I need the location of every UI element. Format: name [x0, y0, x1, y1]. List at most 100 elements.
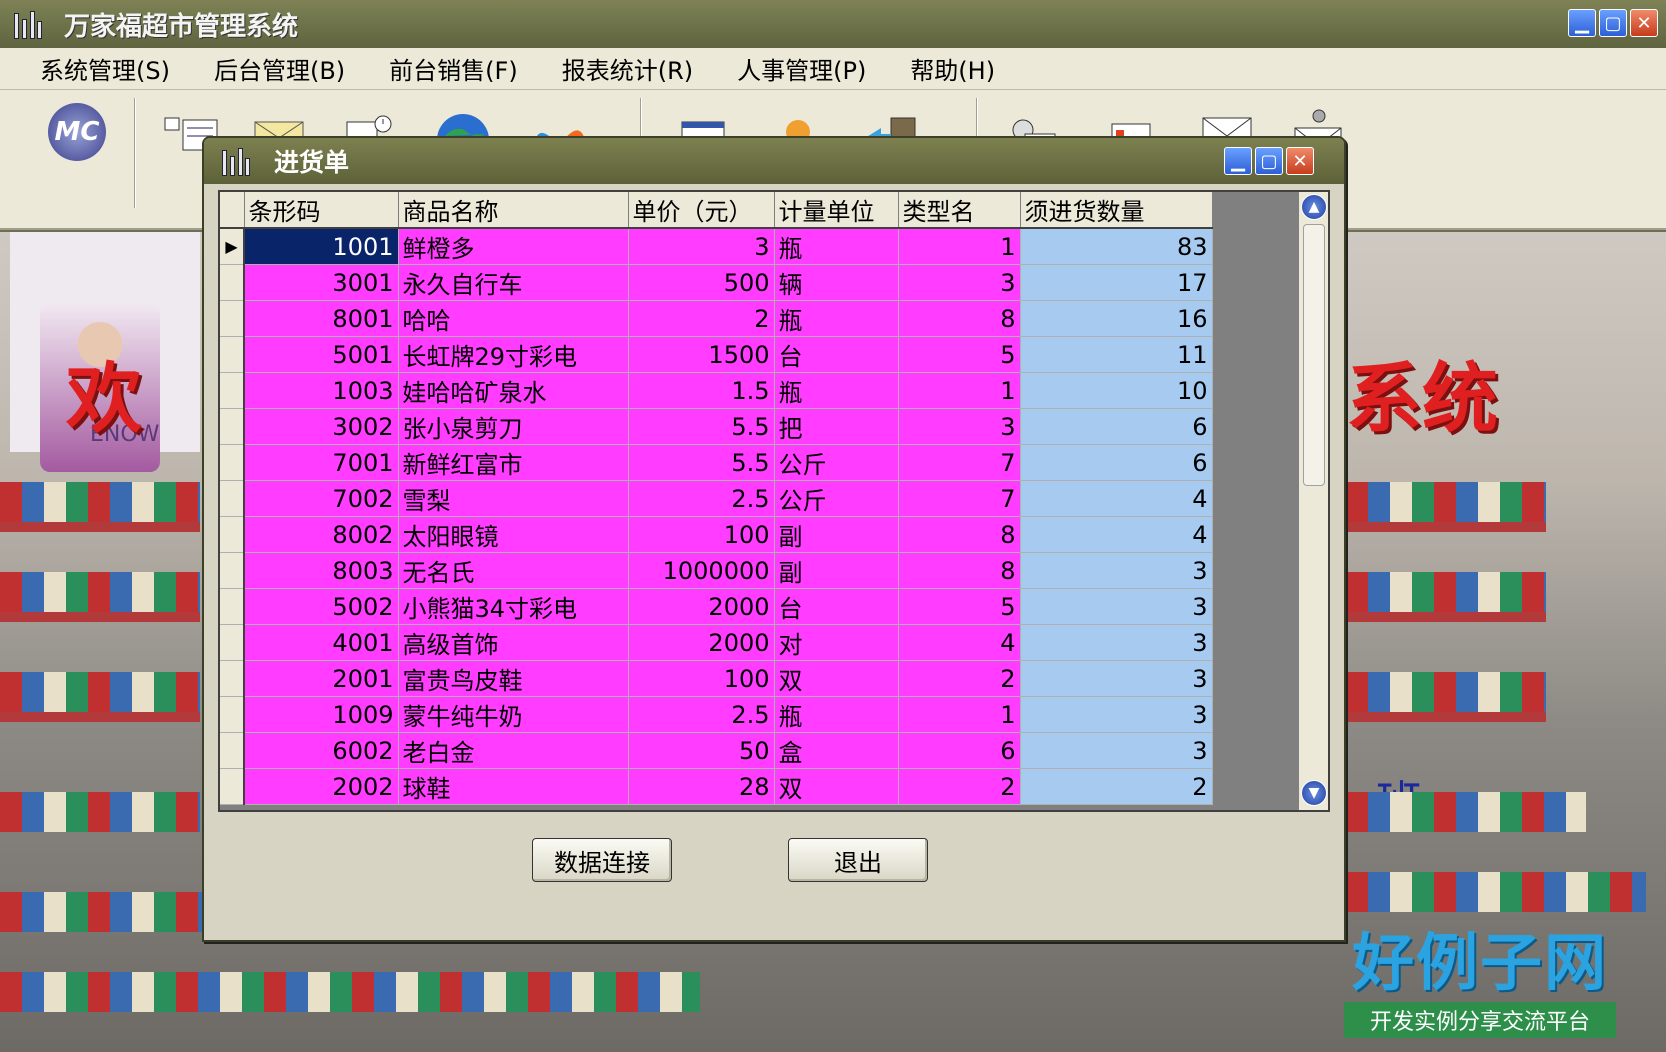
unit-cell[interactable]: 公斤 — [774, 444, 899, 481]
unit-cell[interactable]: 副 — [774, 516, 899, 553]
unit-price-cell[interactable]: 1500 — [628, 336, 775, 373]
row-indicator[interactable] — [220, 408, 245, 445]
quantity-cell[interactable]: 6 — [1020, 408, 1213, 445]
table-row[interactable]: 6002 老白金 50 盒 6 3 — [220, 732, 1213, 769]
unit-price-cell[interactable]: 100 — [628, 516, 775, 553]
product-name-cell[interactable]: 永久自行车 — [398, 264, 629, 301]
column-header-unit[interactable]: 计量单位 — [774, 192, 899, 229]
unit-cell[interactable]: 盒 — [774, 732, 899, 769]
minimize-button[interactable]: ▁ — [1568, 9, 1596, 37]
barcode-cell[interactable]: 8003 — [244, 552, 399, 589]
column-header-type[interactable]: 类型名 — [898, 192, 1021, 229]
table-row[interactable]: 7001 新鲜红富市 5.5 公斤 7 6 — [220, 444, 1213, 481]
table-row[interactable]: 7002 雪梨 2.5 公斤 7 4 — [220, 480, 1213, 517]
barcode-cell[interactable]: 1001 — [244, 228, 399, 265]
table-row[interactable]: 8001 哈哈 2 瓶 8 16 — [220, 300, 1213, 337]
product-name-cell[interactable]: 长虹牌29寸彩电 — [398, 336, 629, 373]
unit-price-cell[interactable]: 28 — [628, 768, 775, 805]
row-indicator[interactable] — [220, 480, 245, 517]
unit-cell[interactable]: 副 — [774, 552, 899, 589]
row-indicator[interactable] — [220, 660, 245, 697]
product-name-cell[interactable]: 富贵鸟皮鞋 — [398, 660, 629, 697]
barcode-cell[interactable]: 5001 — [244, 336, 399, 373]
row-indicator[interactable] — [220, 336, 245, 373]
table-row[interactable]: 5001 长虹牌29寸彩电 1500 台 5 11 — [220, 336, 1213, 373]
barcode-cell[interactable]: 8001 — [244, 300, 399, 337]
barcode-cell[interactable]: 1009 — [244, 696, 399, 733]
unit-cell[interactable]: 瓶 — [774, 372, 899, 409]
unit-cell[interactable]: 把 — [774, 408, 899, 445]
type-cell[interactable]: 5 — [898, 336, 1021, 373]
column-header-barcode[interactable]: 条形码 — [244, 192, 399, 229]
table-row[interactable]: 2002 球鞋 28 双 2 2 — [220, 768, 1213, 805]
row-indicator[interactable] — [220, 300, 245, 337]
type-cell[interactable]: 1 — [898, 372, 1021, 409]
quantity-cell[interactable]: 3 — [1020, 624, 1213, 661]
unit-price-cell[interactable]: 5.5 — [628, 408, 775, 445]
table-row[interactable]: 8002 太阳眼镜 100 副 8 4 — [220, 516, 1213, 553]
product-name-cell[interactable]: 新鲜红富市 — [398, 444, 629, 481]
unit-cell[interactable]: 台 — [774, 588, 899, 625]
row-indicator[interactable] — [220, 444, 245, 481]
barcode-cell[interactable]: 3001 — [244, 264, 399, 301]
product-name-cell[interactable]: 球鞋 — [398, 768, 629, 805]
product-name-cell[interactable]: 蒙牛纯牛奶 — [398, 696, 629, 733]
type-cell[interactable]: 5 — [898, 588, 1021, 625]
barcode-cell[interactable]: 8002 — [244, 516, 399, 553]
menu-system[interactable]: 系统管理(S) — [40, 51, 170, 86]
quantity-cell[interactable]: 3 — [1020, 552, 1213, 589]
quantity-cell[interactable]: 11 — [1020, 336, 1213, 373]
type-cell[interactable]: 1 — [898, 696, 1021, 733]
row-indicator[interactable] — [220, 696, 245, 733]
quantity-cell[interactable]: 17 — [1020, 264, 1213, 301]
menu-personnel[interactable]: 人事管理(P) — [737, 51, 866, 86]
quantity-cell[interactable]: 3 — [1020, 588, 1213, 625]
maximize-button[interactable]: ▢ — [1599, 9, 1627, 37]
unit-price-cell[interactable]: 500 — [628, 264, 775, 301]
column-header-unit-price[interactable]: 单价（元） — [628, 192, 775, 229]
table-row[interactable]: 3002 张小泉剪刀 5.5 把 3 6 — [220, 408, 1213, 445]
unit-cell[interactable]: 瓶 — [774, 228, 899, 265]
product-name-cell[interactable]: 雪梨 — [398, 480, 629, 517]
unit-price-cell[interactable]: 100 — [628, 660, 775, 697]
dialog-minimize-button[interactable]: ▁ — [1224, 147, 1252, 175]
unit-price-cell[interactable]: 2000 — [628, 624, 775, 661]
dialog-close-button[interactable]: ✕ — [1286, 147, 1314, 175]
table-row[interactable]: 5002 小熊猫34寸彩电 2000 台 5 3 — [220, 588, 1213, 625]
exit-button[interactable]: 退出 — [788, 838, 928, 882]
product-name-cell[interactable]: 哈哈 — [398, 300, 629, 337]
type-cell[interactable]: 3 — [898, 408, 1021, 445]
dialog-maximize-button[interactable]: ▢ — [1255, 147, 1283, 175]
product-name-cell[interactable]: 娃哈哈矿泉水 — [398, 372, 629, 409]
row-indicator[interactable] — [220, 732, 245, 769]
row-indicator[interactable] — [220, 768, 245, 805]
type-cell[interactable]: 3 — [898, 264, 1021, 301]
quantity-cell[interactable]: 4 — [1020, 516, 1213, 553]
unit-price-cell[interactable]: 2.5 — [628, 480, 775, 517]
vertical-scrollbar[interactable]: ▲ ▼ — [1298, 192, 1328, 810]
unit-price-cell[interactable]: 50 — [628, 732, 775, 769]
quantity-cell[interactable]: 10 — [1020, 372, 1213, 409]
barcode-cell[interactable]: 2002 — [244, 768, 399, 805]
unit-cell[interactable]: 公斤 — [774, 480, 899, 517]
scroll-down-icon[interactable]: ▼ — [1301, 780, 1327, 806]
quantity-cell[interactable]: 6 — [1020, 444, 1213, 481]
unit-price-cell[interactable]: 1000000 — [628, 552, 775, 589]
type-cell[interactable]: 8 — [898, 300, 1021, 337]
product-name-cell[interactable]: 小熊猫34寸彩电 — [398, 588, 629, 625]
unit-price-cell[interactable]: 2.5 — [628, 696, 775, 733]
type-cell[interactable]: 6 — [898, 732, 1021, 769]
scroll-up-icon[interactable]: ▲ — [1301, 194, 1327, 220]
purchase-data-grid[interactable]: 条形码 商品名称 单价（元） 计量单位 类型名 须进货数量 ▶ 1001 鲜橙多 3 瓶… — [218, 190, 1330, 812]
quantity-cell[interactable]: 3 — [1020, 660, 1213, 697]
unit-cell[interactable]: 对 — [774, 624, 899, 661]
type-cell[interactable]: 8 — [898, 516, 1021, 553]
type-cell[interactable]: 7 — [898, 444, 1021, 481]
type-cell[interactable]: 7 — [898, 480, 1021, 517]
unit-price-cell[interactable]: 2000 — [628, 588, 775, 625]
table-row[interactable]: 4001 高级首饰 2000 对 4 3 — [220, 624, 1213, 661]
menu-frontend-sales[interactable]: 前台销售(F) — [389, 51, 518, 86]
column-header-product-name[interactable]: 商品名称 — [398, 192, 629, 229]
row-indicator[interactable] — [220, 624, 245, 661]
barcode-cell[interactable]: 4001 — [244, 624, 399, 661]
